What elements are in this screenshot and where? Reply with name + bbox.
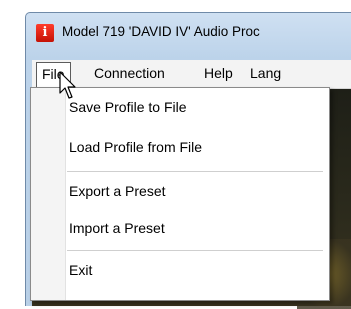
menu-item-exit[interactable]: Exit [69, 258, 319, 282]
menu-item-import-preset[interactable]: Import a Preset [69, 216, 319, 240]
menu-item-save-profile[interactable]: Save Profile to File [69, 95, 319, 119]
menu-separator [67, 171, 323, 173]
app-icon[interactable]: i [36, 24, 54, 42]
mouse-pointer-icon [59, 71, 76, 99]
file-menu-dropdown: Save Profile to File Load Profile from F… [30, 87, 330, 301]
menu-item-load-profile[interactable]: Load Profile from File [69, 135, 319, 159]
menu-separator [67, 250, 323, 252]
window-title: Model 719 'DAVID IV' Audio Proc [62, 24, 260, 39]
menu-connection[interactable]: Connection [89, 63, 170, 83]
menu-bar: File Connection Help Lang [32, 60, 351, 89]
menu-item-export-preset[interactable]: Export a Preset [69, 179, 319, 203]
menu-language[interactable]: Lang [245, 63, 286, 83]
menu-icon-gutter [31, 88, 66, 300]
menu-help[interactable]: Help [199, 63, 238, 83]
